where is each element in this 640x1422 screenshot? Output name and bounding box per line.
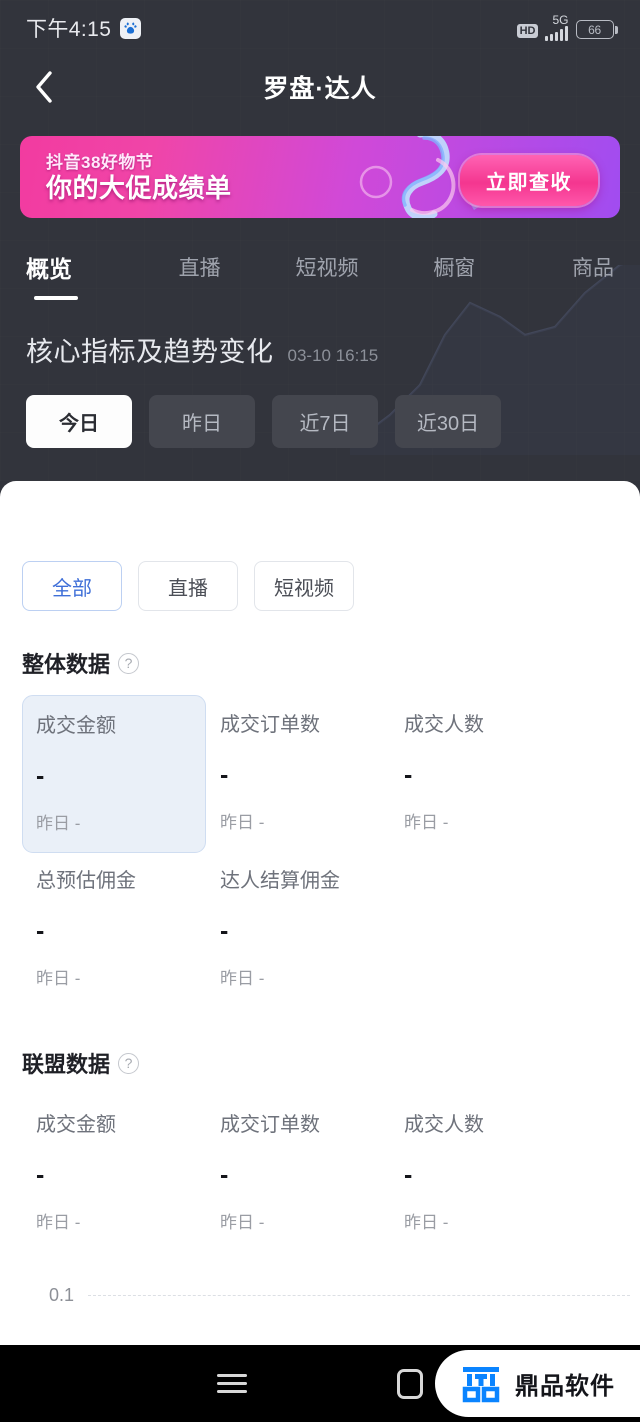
watermark: 鼎品软件 — [435, 1350, 640, 1417]
metric-card-union-orders[interactable]: 成交订单数 - 昨日 - — [206, 1095, 390, 1251]
metric-value: - — [36, 917, 45, 945]
hamburger-menu-icon[interactable] — [217, 1369, 247, 1398]
union-data-group-header: 联盟数据 ? — [0, 1047, 640, 1079]
promo-banner-cta-button[interactable]: 立即查收 — [460, 155, 598, 206]
battery-icon: 66 — [575, 20, 618, 39]
promo-banner[interactable]: 抖音38好物节 你的大促成绩单 立即查收 — [20, 136, 620, 218]
range-chip-last30days[interactable]: 近30日 — [395, 395, 501, 448]
metric-compare: 昨日 - — [36, 969, 81, 988]
battery-level: 66 — [588, 22, 601, 37]
metric-compare: 昨日 - — [220, 969, 265, 988]
metric-value: - — [220, 761, 229, 789]
hd-icon: HD — [516, 24, 539, 38]
range-chip-yesterday[interactable]: 昨日 — [149, 395, 255, 448]
overall-metrics-row-2: 总预估佣金 - 昨日 - 达人结算佣金 - 昨日 - — [0, 859, 640, 1007]
metric-card-estimated-commission[interactable]: 总预估佣金 - 昨日 - — [22, 859, 206, 1007]
question-circle-icon[interactable]: ? — [118, 1052, 140, 1074]
metric-label: 成交人数 — [404, 1114, 484, 1136]
metric-label: 达人结算佣金 — [220, 870, 340, 892]
status-bar-left: 下午4:15 — [26, 13, 142, 43]
home-square-icon[interactable] — [397, 1368, 423, 1399]
range-chip-last7days[interactable]: 近7日 — [272, 395, 378, 448]
main-tabs: 概览 直播 短视频 橱窗 商品 — [0, 238, 640, 300]
tab-active-indicator — [34, 296, 78, 300]
metric-label: 成交订单数 — [220, 714, 320, 736]
section-header: 核心指标及趋势变化 03-10 16:15 — [0, 330, 640, 369]
tab-overview[interactable]: 概览 — [26, 250, 136, 300]
status-bar: 下午4:15 HD 5G 66 — [0, 0, 640, 56]
date-range-selector: 今日 昨日 近7日 近30日 — [0, 395, 640, 448]
metric-label: 成交金额 — [36, 1114, 116, 1136]
overall-data-title: 整体数据 — [22, 652, 111, 677]
chart-gridline-row: 0.1 — [22, 1285, 630, 1306]
metric-card-placeholder — [390, 859, 574, 1007]
dark-header: 下午4:15 HD 5G 66 罗盘·达人 抖音38好物节 你的大促成绩单 立即… — [0, 0, 640, 481]
signal-icon: 5G — [545, 13, 569, 41]
metric-value: - — [220, 917, 229, 945]
status-time: 下午4:15 — [26, 18, 112, 41]
metric-card-union-buyers[interactable]: 成交人数 - 昨日 - — [390, 1095, 574, 1251]
content-type-filters: 全部 直播 短视频 — [0, 481, 640, 611]
metric-value: - — [404, 1161, 413, 1189]
metric-card-buyers[interactable]: 成交人数 - 昨日 - — [390, 695, 574, 853]
union-data-title: 联盟数据 — [22, 1052, 111, 1077]
metric-label: 成交订单数 — [220, 1114, 320, 1136]
metric-card-union-gmv[interactable]: 成交金额 - 昨日 - — [22, 1095, 206, 1251]
promo-banner-text: 抖音38好物节 你的大促成绩单 — [46, 152, 232, 203]
watermark-text: 鼎品软件 — [515, 1373, 615, 1400]
range-chip-today[interactable]: 今日 — [26, 395, 132, 448]
tab-overview-label: 概览 — [26, 256, 72, 282]
metric-label: 成交人数 — [404, 714, 484, 736]
metric-compare: 昨日 - — [404, 813, 449, 832]
promo-banner-line2: 你的大促成绩单 — [46, 172, 232, 203]
app-navbar: 罗盘·达人 — [0, 56, 640, 118]
union-metrics-row: 成交金额 - 昨日 - 成交订单数 - 昨日 - 成交人数 - 昨日 - — [0, 1095, 640, 1251]
filter-chip-short-video[interactable]: 短视频 — [254, 561, 354, 611]
phone-screen: 下午4:15 HD 5G 66 罗盘·达人 抖音38好物节 你的大促成绩单 立即… — [0, 0, 640, 1422]
metric-value: - — [404, 761, 413, 789]
app-icon — [120, 17, 142, 39]
metric-compare: 昨日 - — [404, 1213, 449, 1232]
metric-label: 总预估佣金 — [36, 870, 136, 892]
metric-card-orders[interactable]: 成交订单数 - 昨日 - — [206, 695, 390, 853]
section-updated-time: 03-10 16:15 — [287, 346, 379, 365]
signal-bars-icon — [545, 26, 569, 41]
metric-value: - — [220, 1161, 229, 1189]
ding-logo-icon — [462, 1366, 500, 1402]
metric-value: - — [36, 762, 45, 790]
network-type-label: 5G — [552, 13, 569, 27]
metric-card-settled-commission[interactable]: 达人结算佣金 - 昨日 - — [206, 859, 390, 1007]
tab-products[interactable]: 商品 — [518, 252, 614, 282]
filter-chip-live[interactable]: 直播 — [138, 561, 238, 611]
question-circle-icon[interactable]: ? — [118, 652, 140, 674]
chart-y-tick: 0.1 — [48, 1285, 74, 1305]
metric-compare: 昨日 - — [220, 1213, 265, 1232]
metric-compare: 昨日 - — [220, 813, 265, 832]
filter-chip-all[interactable]: 全部 — [22, 561, 122, 611]
chart-gridline — [88, 1295, 630, 1296]
metric-compare: 昨日 - — [36, 1213, 81, 1232]
section-title: 核心指标及趋势变化 — [26, 337, 274, 367]
tab-live[interactable]: 直播 — [136, 252, 263, 282]
content-sheet: 全部 直播 短视频 整体数据 ? 成交金额 - 昨日 - 成交订单数 - 昨日 … — [0, 481, 640, 1422]
metric-card-gmv[interactable]: 成交金额 - 昨日 - — [22, 695, 206, 853]
chevron-left-icon — [36, 71, 52, 103]
tab-showcase[interactable]: 橱窗 — [391, 252, 518, 282]
tab-short-video[interactable]: 短视频 — [263, 252, 390, 282]
promo-banner-line1: 抖音38好物节 — [46, 152, 154, 172]
metric-compare: 昨日 - — [36, 814, 81, 833]
system-navigation-bar: 鼎品软件 — [0, 1345, 640, 1422]
page-title: 罗盘·达人 — [263, 75, 377, 103]
back-button[interactable] — [24, 67, 64, 107]
metric-value: - — [36, 1161, 45, 1189]
metric-label: 成交金额 — [36, 715, 116, 737]
status-bar-right: HD 5G 66 — [516, 13, 618, 41]
overall-metrics-row-1: 成交金额 - 昨日 - 成交订单数 - 昨日 - 成交人数 - 昨日 - — [0, 695, 640, 853]
overall-data-group-header: 整体数据 ? — [0, 647, 640, 679]
